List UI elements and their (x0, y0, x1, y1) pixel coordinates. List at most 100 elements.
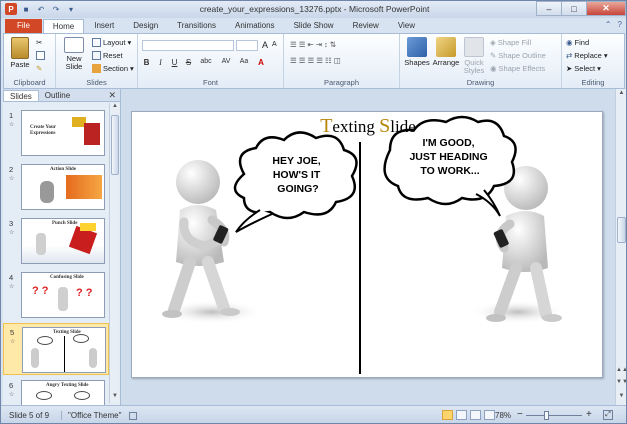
numbering-icon[interactable]: ☰ (299, 40, 306, 49)
text-direction-icon[interactable]: ⇅ (330, 40, 336, 49)
decrease-indent-icon[interactable]: ⇤ (307, 40, 313, 49)
tab-slide-show[interactable]: Slide Show (285, 19, 343, 33)
slides-group: New Slide Layout ▾ Reset Section ▾ Slides (56, 34, 138, 88)
quick-styles-button[interactable]: Quick Styles (462, 37, 486, 75)
justify-icon[interactable]: ☰ (316, 56, 323, 65)
tab-animations[interactable]: Animations (226, 19, 284, 33)
spell-check-icon[interactable] (129, 412, 137, 420)
thumbnail-row[interactable]: 1 ☆ Create Your Expressions (3, 107, 109, 159)
panel-scroll-thumb[interactable] (111, 115, 119, 175)
slideshow-view-button[interactable] (484, 410, 495, 420)
tab-outline[interactable]: Outline (39, 90, 76, 101)
line-spacing-icon[interactable]: ↕ (324, 40, 328, 49)
paste-button[interactable]: Paste (8, 37, 32, 69)
scroll-down-icon[interactable]: ▼ (616, 393, 626, 399)
align-center-icon[interactable]: ☰ (299, 56, 306, 65)
section-button[interactable]: Section ▾ (92, 64, 134, 73)
font-size-field[interactable] (236, 40, 258, 51)
font-color-button[interactable]: A (255, 58, 267, 67)
thumbnail-art (74, 391, 90, 400)
close-button[interactable]: ✕ (586, 1, 626, 16)
tab-home[interactable]: Home (42, 19, 85, 33)
fit-to-window-icon[interactable]: ⤢ (603, 410, 613, 420)
new-slide-button[interactable]: New Slide (60, 37, 88, 71)
left-bubble-text: HEY JOE, HOW'S IT GOING? (272, 155, 323, 195)
layout-button[interactable]: Layout ▾ (92, 38, 131, 47)
italic-button[interactable]: I (156, 58, 165, 67)
reading-view-button[interactable] (470, 410, 481, 420)
arrange-button[interactable]: Arrange (432, 37, 460, 67)
font-name-field[interactable] (142, 40, 234, 51)
minimize-button[interactable]: – (536, 1, 562, 16)
zoom-in-icon[interactable]: + (586, 409, 592, 420)
replace-label: Replace (574, 51, 602, 60)
shape-fill-button[interactable]: ◈ Shape Fill (490, 38, 531, 47)
columns-icon[interactable]: ☷ (325, 56, 332, 65)
change-case-button[interactable]: Aa (238, 58, 250, 67)
reset-button[interactable]: Reset (92, 51, 123, 60)
next-slide-icon[interactable]: ▼▼ (616, 379, 626, 385)
tab-design[interactable]: Design (124, 19, 167, 33)
bold-button[interactable]: B (142, 58, 151, 67)
cut-button[interactable]: ✂ (36, 38, 42, 47)
tab-insert[interactable]: Insert (85, 19, 123, 33)
align-left-icon[interactable]: ☰ (290, 56, 297, 65)
tab-review[interactable]: Review (344, 19, 388, 33)
scroll-up-icon[interactable]: ▲ (616, 90, 626, 96)
panel-scrollbar[interactable]: ▲ ▼ (109, 103, 119, 403)
grow-font-button[interactable]: A (262, 40, 268, 50)
zoom-slider-track[interactable] (526, 415, 582, 416)
text-shadow-button[interactable]: abc (198, 58, 214, 67)
character-spacing-button[interactable]: AV (219, 58, 233, 67)
shape-fill-label: Shape Fill (497, 38, 532, 47)
animation-star-icon: ☆ (10, 339, 16, 345)
copy-button[interactable] (36, 51, 45, 60)
new-slide-icon (64, 37, 84, 53)
thumbnail-row[interactable]: 4 ☆ Confusing Slide ? ? ? ? (3, 269, 109, 321)
thumbnail-number: 1 (9, 111, 14, 120)
thumbnail-image: Punch Slide (21, 218, 105, 264)
thumbnail-row[interactable]: 6 ☆ Angry Texting Slide (3, 377, 109, 405)
smartart-icon[interactable]: ◫ (334, 56, 341, 65)
slide-sorter-view-button[interactable] (456, 410, 467, 420)
animation-star-icon: ☆ (9, 392, 15, 398)
increase-indent-icon[interactable]: ⇥ (316, 40, 322, 49)
thumbnail-list: 1 ☆ Create Your Expressions 2 ☆ Action S… (3, 103, 109, 405)
shape-outline-button[interactable]: ✎ Shape Outline (490, 51, 546, 60)
shrink-font-button[interactable]: A (272, 41, 277, 48)
replace-button[interactable]: ⇄ Replace ▾ (566, 51, 608, 60)
tab-view[interactable]: View (389, 19, 424, 33)
align-right-icon[interactable]: ☰ (307, 56, 314, 65)
strikethrough-button[interactable]: S (184, 58, 193, 67)
close-panel-icon[interactable]: ✕ (108, 90, 116, 101)
select-button[interactable]: ➤ Select ▾ (566, 64, 601, 73)
format-painter-button[interactable]: ✎ (36, 64, 42, 73)
scroll-down-icon[interactable]: ▼ (110, 393, 120, 403)
minimize-ribbon-icon[interactable]: ⌃ (605, 20, 612, 29)
zoom-level[interactable]: 78% (495, 411, 511, 420)
thumbnail-row[interactable]: 3 ☆ Punch Slide (3, 215, 109, 267)
maximize-button[interactable]: □ (561, 1, 587, 16)
underline-button[interactable]: U (170, 58, 179, 67)
slide-scroll-thumb[interactable] (617, 217, 626, 243)
previous-slide-icon[interactable]: ▲▲ (616, 367, 626, 373)
thumbnail-row-selected[interactable]: 5 ☆ Texting Slide (3, 323, 109, 375)
current-slide[interactable]: Texting Slide HEY JOE, HOW'S IT GOING? I… (131, 111, 603, 378)
help-icon[interactable]: ? (618, 20, 622, 29)
zoom-slider-knob[interactable] (544, 411, 549, 420)
tab-file[interactable]: File (5, 19, 42, 33)
slide-scrollbar[interactable]: ▲ ▲▲ ▼▼ ▼ (615, 89, 626, 405)
tab-slides[interactable]: Slides (3, 90, 39, 101)
thumbnail-art (36, 233, 46, 255)
shape-effects-button[interactable]: ◉ Shape Effects (490, 64, 545, 73)
thumbnail-image: Action Slide (21, 164, 105, 210)
window-title: create_your_expressions_13276.pptx - Mic… (199, 4, 430, 14)
scroll-up-icon[interactable]: ▲ (110, 103, 120, 113)
normal-view-button[interactable] (442, 410, 453, 420)
find-button[interactable]: ◉ Find (566, 38, 589, 47)
shapes-button[interactable]: Shapes (404, 37, 430, 67)
thumbnail-row[interactable]: 2 ☆ Action Slide (3, 161, 109, 213)
zoom-out-icon[interactable]: − (517, 409, 523, 420)
bullets-icon[interactable]: ☰ (290, 40, 297, 49)
tab-transitions[interactable]: Transitions (168, 19, 225, 33)
